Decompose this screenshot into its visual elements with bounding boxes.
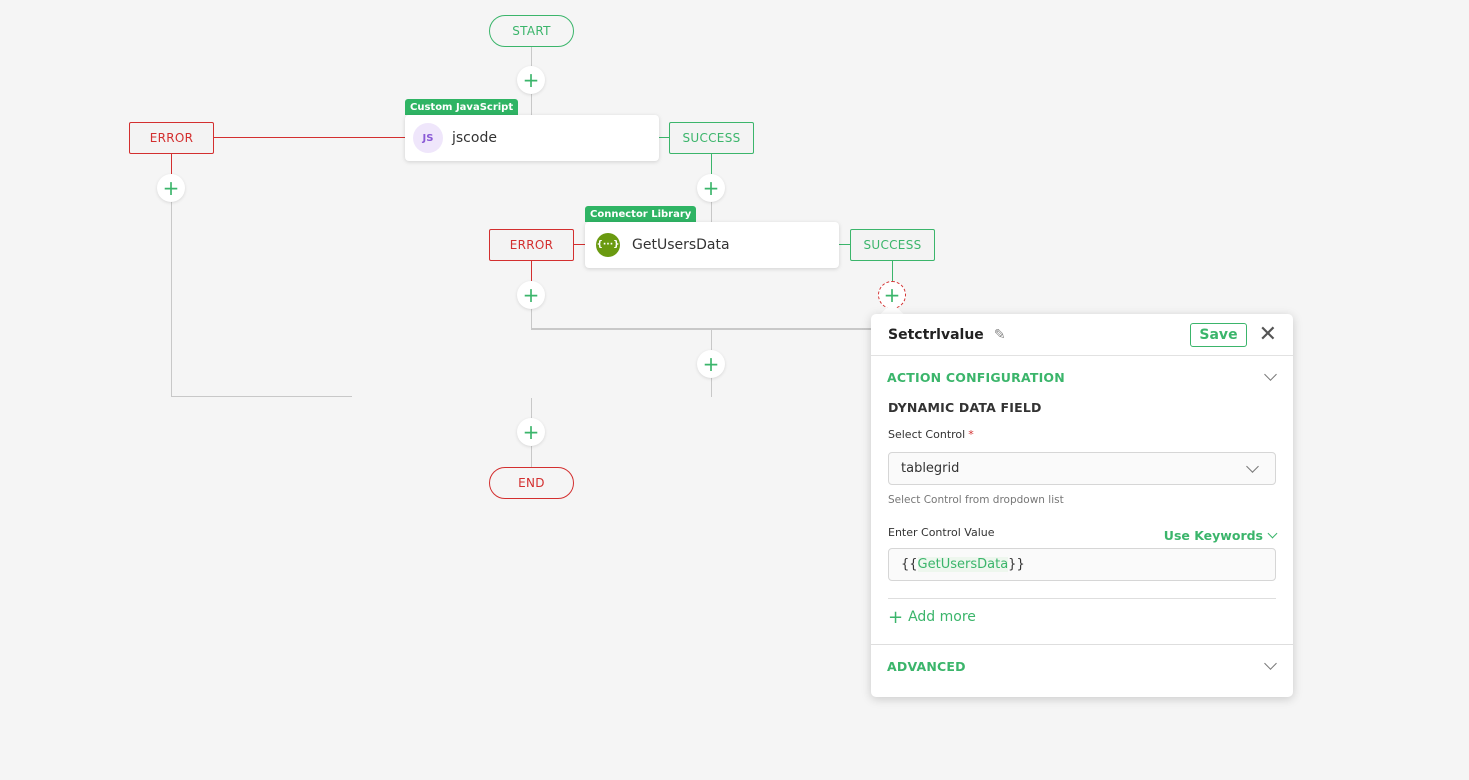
plus-icon: + [522, 283, 540, 307]
node-type-tag: Connector Library [585, 206, 697, 222]
success-label: SUCCESS [682, 131, 741, 145]
start-label: START [512, 24, 551, 38]
error-label: ERROR [149, 131, 194, 145]
plus-icon: + [522, 420, 540, 444]
error-node[interactable]: ERROR [129, 122, 214, 154]
success-connector-line [892, 260, 893, 281]
add-step-button[interactable]: + [517, 418, 545, 446]
plus-icon: + [522, 68, 540, 92]
chevron-down-icon [1264, 657, 1277, 670]
required-marker: * [968, 428, 974, 441]
connector-line [531, 46, 532, 66]
connector-line [711, 377, 712, 397]
workflow-canvas: START + + + + + + + ERROR Custom JavaScr… [0, 0, 1469, 780]
dynamic-data-field-heading: DYNAMIC DATA FIELD [888, 400, 1042, 415]
plus-icon: + [702, 352, 720, 376]
step-card-jscode[interactable]: JS jscode [405, 115, 659, 161]
node-type-tag: Custom JavaScript [405, 99, 519, 115]
select-control-helper: Select Control from dropdown list [888, 494, 1064, 506]
section-label: ADVANCED [887, 658, 966, 674]
chevron-down-icon [1264, 368, 1277, 381]
connector-line [171, 201, 172, 397]
connector-line [711, 201, 712, 222]
connector-line [531, 328, 871, 330]
close-icon[interactable]: ✕ [1259, 323, 1277, 346]
api-braces-icon: {···} [596, 233, 620, 257]
value-suffix: }} [1008, 557, 1025, 572]
js-icon-text: JS [422, 132, 434, 144]
add-more-button[interactable]: + Add more [888, 606, 1276, 628]
success-connector-line [711, 153, 712, 174]
end-node[interactable]: END [489, 467, 574, 499]
add-step-button[interactable]: + [157, 174, 185, 202]
node-type-label: Connector Library [590, 208, 692, 220]
panel-title: Setctrlvalue [888, 326, 984, 343]
success-node[interactable]: SUCCESS [850, 229, 935, 261]
panel-header: Setctrlvalue ✎ Save ✕ [871, 314, 1293, 356]
error-connector-line [531, 260, 532, 281]
chevron-down-icon [1246, 459, 1259, 473]
plus-icon: + [702, 176, 720, 200]
add-step-button[interactable]: + [697, 350, 725, 378]
keyword-token: GetUsersData [917, 557, 1009, 572]
section-advanced[interactable]: ADVANCED [871, 645, 1293, 687]
control-value-input[interactable]: {{GetUsersData}} [888, 548, 1276, 581]
error-connector-line [213, 137, 405, 138]
step-title: GetUsersData [632, 237, 730, 253]
select-control-label: Select Control * [888, 428, 1276, 441]
start-node[interactable]: START [489, 15, 574, 47]
connector-line [531, 446, 532, 467]
control-value-label-row: Enter Control Value Use Keywords [888, 526, 1278, 543]
success-connector-line [839, 244, 850, 245]
error-connector-line [171, 153, 172, 174]
control-value-label: Enter Control Value [888, 526, 995, 539]
add-more-label: Add more [908, 609, 976, 625]
add-step-button[interactable]: + [697, 174, 725, 202]
save-button[interactable]: Save [1190, 322, 1247, 347]
step-card-getusersdata[interactable]: {···} GetUsersData [585, 222, 839, 268]
divider [888, 598, 1276, 599]
action-configuration-body: DYNAMIC DATA FIELD Select Control * table… [871, 400, 1293, 628]
error-connector-line [573, 244, 585, 245]
add-step-button[interactable]: + [517, 281, 545, 309]
error-label: ERROR [509, 238, 554, 252]
success-label: SUCCESS [863, 238, 922, 252]
connector-line [531, 308, 532, 329]
select-control-label-text: Select Control [888, 428, 966, 441]
select-control-dropdown[interactable]: tablegrid [888, 452, 1276, 485]
use-keywords-dropdown[interactable]: Use Keywords [1163, 528, 1278, 543]
error-node[interactable]: ERROR [489, 229, 574, 261]
api-icon-text: {···} [596, 240, 620, 250]
connector-line [171, 396, 352, 397]
step-title: jscode [452, 130, 497, 146]
select-control-value: tablegrid [901, 461, 960, 476]
plus-icon: + [162, 176, 180, 200]
section-action-configuration[interactable]: ACTION CONFIGURATION [871, 356, 1293, 398]
success-node[interactable]: SUCCESS [669, 122, 754, 154]
js-icon: JS [413, 123, 443, 153]
connector-line [711, 330, 712, 350]
end-label: END [518, 476, 545, 490]
section-label: ACTION CONFIGURATION [887, 369, 1065, 385]
pencil-icon[interactable]: ✎ [994, 327, 1006, 343]
connector-line [531, 94, 532, 115]
add-step-button[interactable]: + [517, 66, 545, 94]
plus-icon: + [888, 606, 904, 628]
node-type-label: Custom JavaScript [410, 101, 514, 113]
chevron-down-icon [1267, 528, 1278, 539]
value-prefix: {{ [901, 557, 918, 572]
step-config-panel: Setctrlvalue ✎ Save ✕ ACTION CONFIGURATI… [871, 314, 1293, 697]
connector-line [531, 398, 532, 418]
use-keywords-label: Use Keywords [1163, 528, 1263, 543]
